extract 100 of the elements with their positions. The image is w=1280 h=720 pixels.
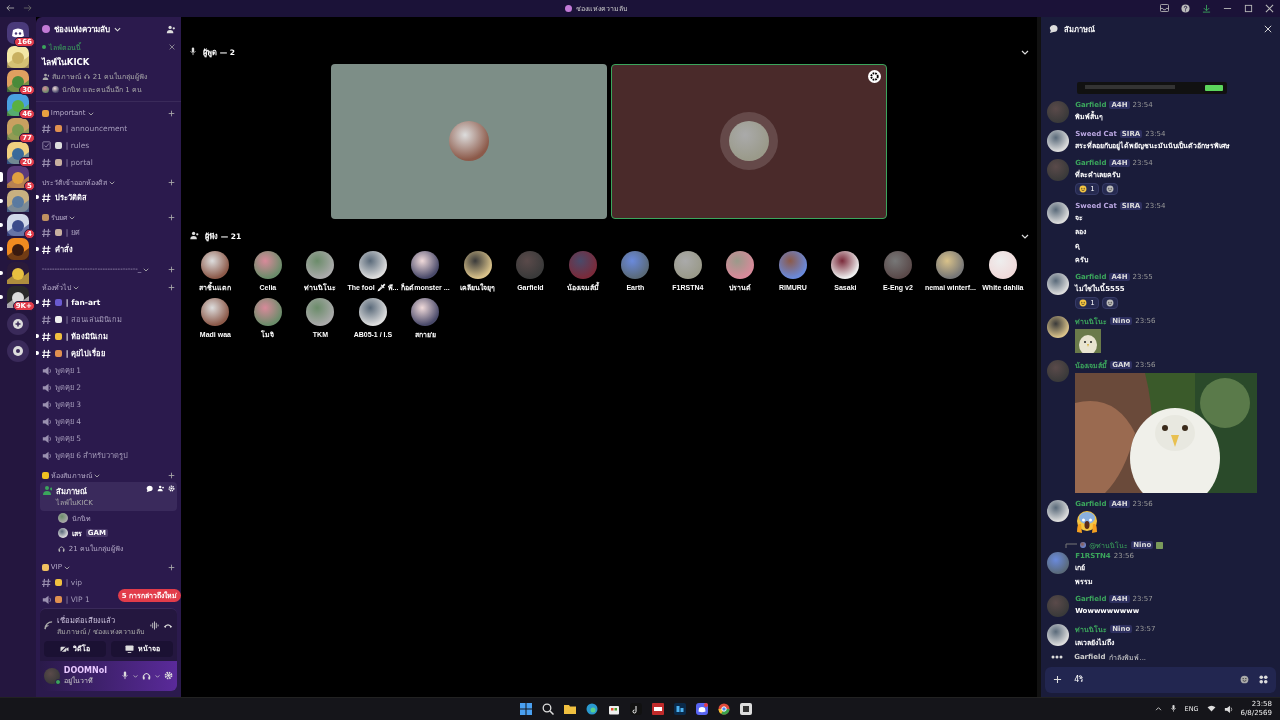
forward-arrow-icon[interactable] — [23, 4, 32, 13]
speaker-icon — [41, 450, 51, 460]
server-icon[interactable] — [6, 213, 29, 236]
add-channel-icon[interactable] — [168, 283, 176, 291]
speaker-icon — [41, 365, 51, 375]
server-icon — [565, 4, 572, 12]
add-channel-icon[interactable] — [168, 471, 176, 479]
avatar — [1047, 315, 1070, 338]
settings-icon[interactable] — [868, 69, 882, 83]
chevron-down-icon[interactable] — [93, 472, 100, 478]
avatar — [1080, 542, 1087, 549]
server-icon[interactable] — [6, 261, 29, 284]
server-icon[interactable] — [6, 45, 29, 68]
chevron-down-icon[interactable] — [68, 214, 75, 220]
screaming-face-icon — [1075, 509, 1100, 534]
avatar — [1047, 100, 1070, 123]
video-tile[interactable] — [611, 63, 888, 219]
wifi-icon[interactable] — [1206, 705, 1216, 713]
inbox-icon[interactable] — [1160, 4, 1169, 13]
chevron-down-icon[interactable] — [1021, 232, 1030, 239]
app-icon[interactable] — [740, 702, 752, 715]
chevron-down-icon[interactable] — [72, 284, 79, 290]
message-input[interactable]: 4ริ — [1072, 672, 1230, 687]
start-icon[interactable] — [520, 702, 532, 715]
headphones-icon — [83, 73, 90, 80]
folder-icon[interactable] — [564, 702, 576, 715]
event-title: ไลฟ์ในKICK — [41, 55, 91, 69]
browser-icon[interactable] — [586, 702, 598, 715]
chevron-up-icon[interactable] — [1154, 706, 1162, 712]
emoji-icon[interactable] — [1240, 675, 1249, 685]
add-reaction-button[interactable] — [1101, 182, 1118, 195]
image-icon — [1156, 541, 1164, 549]
server-icon[interactable] — [6, 285, 29, 308]
microphone-icon[interactable] — [1169, 704, 1177, 714]
stage-icon — [41, 72, 49, 80]
server-icon[interactable] — [6, 165, 29, 188]
headphones-icon[interactable] — [142, 671, 152, 681]
add-channel-icon[interactable] — [168, 563, 176, 571]
chevron-down-icon[interactable] — [63, 564, 70, 570]
avatar — [1047, 499, 1070, 522]
hashtag-icon — [41, 227, 51, 237]
apps-icon[interactable] — [1259, 675, 1268, 685]
add-channel-icon[interactable] — [168, 265, 176, 273]
server-name[interactable]: ช่องแห่งความลับ — [53, 22, 110, 36]
maximize-icon[interactable] — [1244, 3, 1253, 13]
hashtag-icon — [41, 331, 51, 341]
avatar — [57, 528, 68, 539]
back-arrow-icon[interactable] — [6, 4, 15, 13]
avatar — [201, 297, 230, 326]
add-reaction-button[interactable] — [1101, 296, 1118, 309]
avatar — [306, 297, 335, 326]
avatar — [729, 121, 770, 162]
chevron-down-icon[interactable] — [143, 266, 150, 272]
download-icon[interactable] — [1202, 3, 1211, 13]
music-app-icon[interactable] — [630, 702, 642, 715]
add-channel-icon[interactable] — [168, 213, 176, 221]
chat-icon — [1049, 24, 1059, 34]
volume-icon[interactable] — [1223, 704, 1233, 713]
video-tile[interactable] — [331, 63, 608, 219]
reply-line-icon — [1065, 542, 1078, 548]
avatar — [516, 250, 545, 279]
microphone-icon[interactable] — [121, 671, 130, 681]
close-icon[interactable] — [1265, 3, 1274, 13]
settings-icon[interactable] — [164, 671, 174, 681]
search-icon[interactable] — [542, 702, 554, 715]
add-channel-icon[interactable] — [168, 109, 176, 117]
emoji-icon — [41, 109, 49, 117]
invite-icon[interactable] — [166, 24, 176, 34]
avatar — [831, 250, 860, 279]
disconnect-icon[interactable] — [163, 621, 174, 629]
avatar — [778, 250, 807, 279]
stage-icon — [41, 484, 52, 495]
add-channel-icon[interactable] — [168, 178, 176, 186]
server-icon[interactable] — [6, 189, 29, 212]
avatar — [1047, 158, 1070, 181]
avatar — [1047, 594, 1070, 617]
avatar — [1047, 201, 1070, 224]
message-composer[interactable]: 4ริ — [1045, 666, 1276, 693]
server-icon[interactable] — [6, 237, 29, 260]
chevron-down-icon[interactable] — [1021, 48, 1030, 55]
emoji-icon — [1079, 184, 1088, 193]
add-reaction-icon — [1105, 298, 1114, 307]
help-icon[interactable] — [1181, 3, 1190, 13]
emoji-icon — [41, 213, 49, 221]
discord-icon[interactable] — [696, 702, 708, 715]
invite-icon[interactable] — [157, 484, 165, 492]
compass-icon[interactable] — [6, 339, 29, 362]
headphones-icon — [57, 544, 65, 552]
soundboard-icon[interactable] — [150, 620, 160, 630]
chrome-icon[interactable] — [718, 702, 730, 715]
app-icon[interactable] — [652, 702, 664, 715]
emoji-icon — [41, 563, 49, 571]
chevron-down-icon[interactable] — [108, 179, 115, 185]
chevron-down-icon[interactable] — [87, 110, 94, 116]
photo-editor-icon[interactable] — [674, 702, 686, 715]
chat-icon[interactable] — [146, 484, 154, 492]
add-server-icon[interactable] — [6, 312, 29, 335]
microphone-icon — [189, 47, 198, 57]
speaker-icon — [41, 416, 51, 426]
add-attachment-icon[interactable] — [1053, 675, 1063, 685]
